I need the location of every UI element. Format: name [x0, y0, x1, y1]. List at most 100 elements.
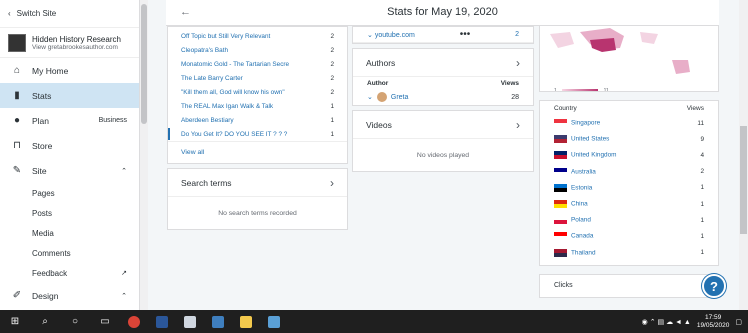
cortana-icon[interactable]: ○ [60, 310, 90, 333]
photos-app-icon[interactable] [260, 310, 288, 333]
country-entry[interactable]: United States [554, 135, 610, 144]
post-title[interactable]: "Kill them all, God will know his own" [181, 89, 285, 96]
flag-icon [554, 119, 567, 128]
sidebar-item-media[interactable]: Media [0, 223, 139, 243]
list-item[interactable]: ⌄ youtube.com ••• 2 [353, 27, 533, 43]
list-item[interactable]: Monatomic Gold - The Tartarian Secre 2 [168, 57, 347, 71]
sidebar-item-label: Plan [32, 115, 50, 126]
page-scrollbar-thumb[interactable] [740, 126, 747, 234]
country-views: 1 [700, 232, 704, 240]
sidebar-item-pages[interactable]: Pages [0, 183, 139, 203]
clicks-title: Clicks [554, 282, 573, 290]
flag-icon [554, 232, 567, 241]
table-row[interactable]: Estonia 1 [540, 180, 718, 196]
country-entry[interactable]: Thailand [554, 248, 596, 257]
sidebar-item-feedback[interactable]: Feedback ↗ [0, 263, 139, 283]
chevron-down-icon: ⌄ [367, 31, 375, 39]
clock[interactable]: 17:59 19/05/2020 [697, 314, 730, 330]
table-row[interactable]: Australia 2 [540, 164, 718, 180]
post-title[interactable]: Off Topic but Still Very Relevant [181, 33, 270, 40]
page-scrollbar[interactable] [739, 0, 748, 310]
country-entry[interactable]: Estonia [554, 183, 592, 192]
clicks-card[interactable]: Clicks [539, 273, 719, 298]
author-column-header: Author [367, 79, 389, 87]
list-item[interactable]: Cleopatra's Bath 2 [168, 43, 347, 57]
post-views: 2 [330, 60, 334, 68]
site-card[interactable]: Hidden History Research View gretabrooke… [0, 28, 139, 58]
videos-header[interactable]: Videos › [353, 111, 533, 139]
sidebar-item-posts[interactable]: Posts [0, 203, 139, 223]
country-name: United States [571, 135, 610, 143]
list-item[interactable]: Do You Get It? DO YOU SEE IT ? ? ? 1 [168, 127, 347, 141]
table-row[interactable]: United Kingdom 4 [540, 147, 718, 163]
document-app-icon[interactable] [176, 310, 204, 333]
sidebar-item-plan[interactable]: ● Plan Business [0, 108, 139, 133]
videos-title: Videos [366, 119, 392, 130]
switch-site-button[interactable]: ‹ Switch Site [0, 0, 139, 28]
country-name: Canada [571, 233, 594, 241]
sidebar-item-label: My Home [32, 65, 69, 76]
help-button[interactable]: ? [702, 274, 726, 298]
list-item[interactable]: Aberdeen Bestiary 1 [168, 113, 347, 127]
word-app-icon[interactable] [148, 310, 176, 333]
chevron-down-icon: ⌄ [367, 93, 373, 101]
windows-start-icon[interactable]: ⊞ [0, 310, 30, 333]
post-title[interactable]: Aberdeen Bestiary [181, 117, 234, 124]
countries-table: Country Views Singapore 11 United States 9 Un… [539, 100, 719, 266]
sidebar-item-design[interactable]: ✐ Design ⌃ [0, 283, 139, 308]
search-terms-header[interactable]: Search terms › [168, 169, 347, 197]
post-title[interactable]: The REAL Max Igan Walk & Talk [181, 103, 273, 110]
chevron-up-icon: ⌃ [121, 167, 127, 175]
author-name: Greta [390, 93, 409, 101]
table-row[interactable]: Canada 1 [540, 228, 718, 244]
post-title[interactable]: Cleopatra's Bath [181, 47, 228, 54]
country-entry[interactable]: Canada [554, 232, 594, 241]
sidebar-item-store[interactable]: ⊓ Store [0, 133, 139, 158]
external-link-icon: ↗ [121, 270, 127, 277]
file-explorer-icon[interactable] [232, 310, 260, 333]
list-item[interactable]: "Kill them all, God will know his own" 2 [168, 85, 347, 99]
country-entry[interactable]: United Kingdom [554, 151, 617, 160]
country-entry[interactable]: Poland [554, 216, 591, 225]
search-icon[interactable]: ⌕ [30, 310, 60, 333]
sidebar-scrollbar-thumb[interactable] [141, 4, 147, 124]
table-row[interactable]: China 1 [540, 196, 718, 212]
legend-min: 1 [554, 88, 557, 92]
referrer-label[interactable]: ⌄ youtube.com [367, 31, 415, 39]
world-map[interactable]: 1 11 [539, 26, 719, 92]
view-all-link[interactable]: View all [168, 141, 347, 163]
sidebar-item-site[interactable]: ✎ Site ⌃ [0, 158, 139, 183]
sidebar-item-stats[interactable]: ▮ Stats [0, 83, 139, 108]
country-entry[interactable]: Singapore [554, 119, 601, 128]
country-entry[interactable]: Australia [554, 167, 596, 176]
author-entry[interactable]: ⌄ Greta [367, 92, 408, 102]
authors-header[interactable]: Authors › [353, 49, 533, 77]
post-title[interactable]: Monatomic Gold - The Tartarian Secre [181, 61, 289, 68]
sidebar-item-my-home[interactable]: ⌂ My Home [0, 58, 139, 83]
photo-app-icon[interactable] [204, 310, 232, 333]
table-row[interactable]: Thailand 1 [540, 245, 718, 261]
list-item[interactable]: ⌄ Greta 28 [353, 89, 533, 105]
sidebar-item-comments[interactable]: Comments [0, 243, 139, 263]
country-entry[interactable]: China [554, 200, 588, 209]
table-row[interactable]: Poland 1 [540, 212, 718, 228]
sidebar-scrollbar[interactable] [140, 0, 148, 310]
list-item[interactable]: Off Topic but Still Very Relevant 2 [168, 29, 347, 43]
table-row[interactable]: United States 9 [540, 131, 718, 147]
table-row[interactable]: Singapore 11 [540, 115, 718, 131]
map-legend: 1 11 [554, 88, 609, 92]
task-view-icon[interactable]: ▭ [90, 310, 120, 333]
post-title[interactable]: Do You Get It? DO YOU SEE IT ? ? ? [181, 131, 287, 138]
chrome-app-icon[interactable] [120, 310, 148, 333]
notification-area-icons[interactable]: ◉ ⌃ ▤ ☁ ◄ ▲ [642, 318, 691, 326]
more-icon[interactable]: ••• [460, 29, 471, 40]
views-column-header: Views [686, 104, 704, 112]
country-name: United Kingdom [571, 152, 617, 160]
country-name: Singapore [571, 119, 601, 127]
list-item[interactable]: The REAL Max Igan Walk & Talk 1 [168, 99, 347, 113]
action-center-icon[interactable]: ▢ [735, 318, 742, 326]
site-url[interactable]: View gretabrookesauthor.com [32, 44, 121, 51]
post-title[interactable]: The Late Barry Carter [181, 75, 243, 82]
sidebar-item-label: Site [32, 165, 47, 176]
list-item[interactable]: The Late Barry Carter 2 [168, 71, 347, 85]
